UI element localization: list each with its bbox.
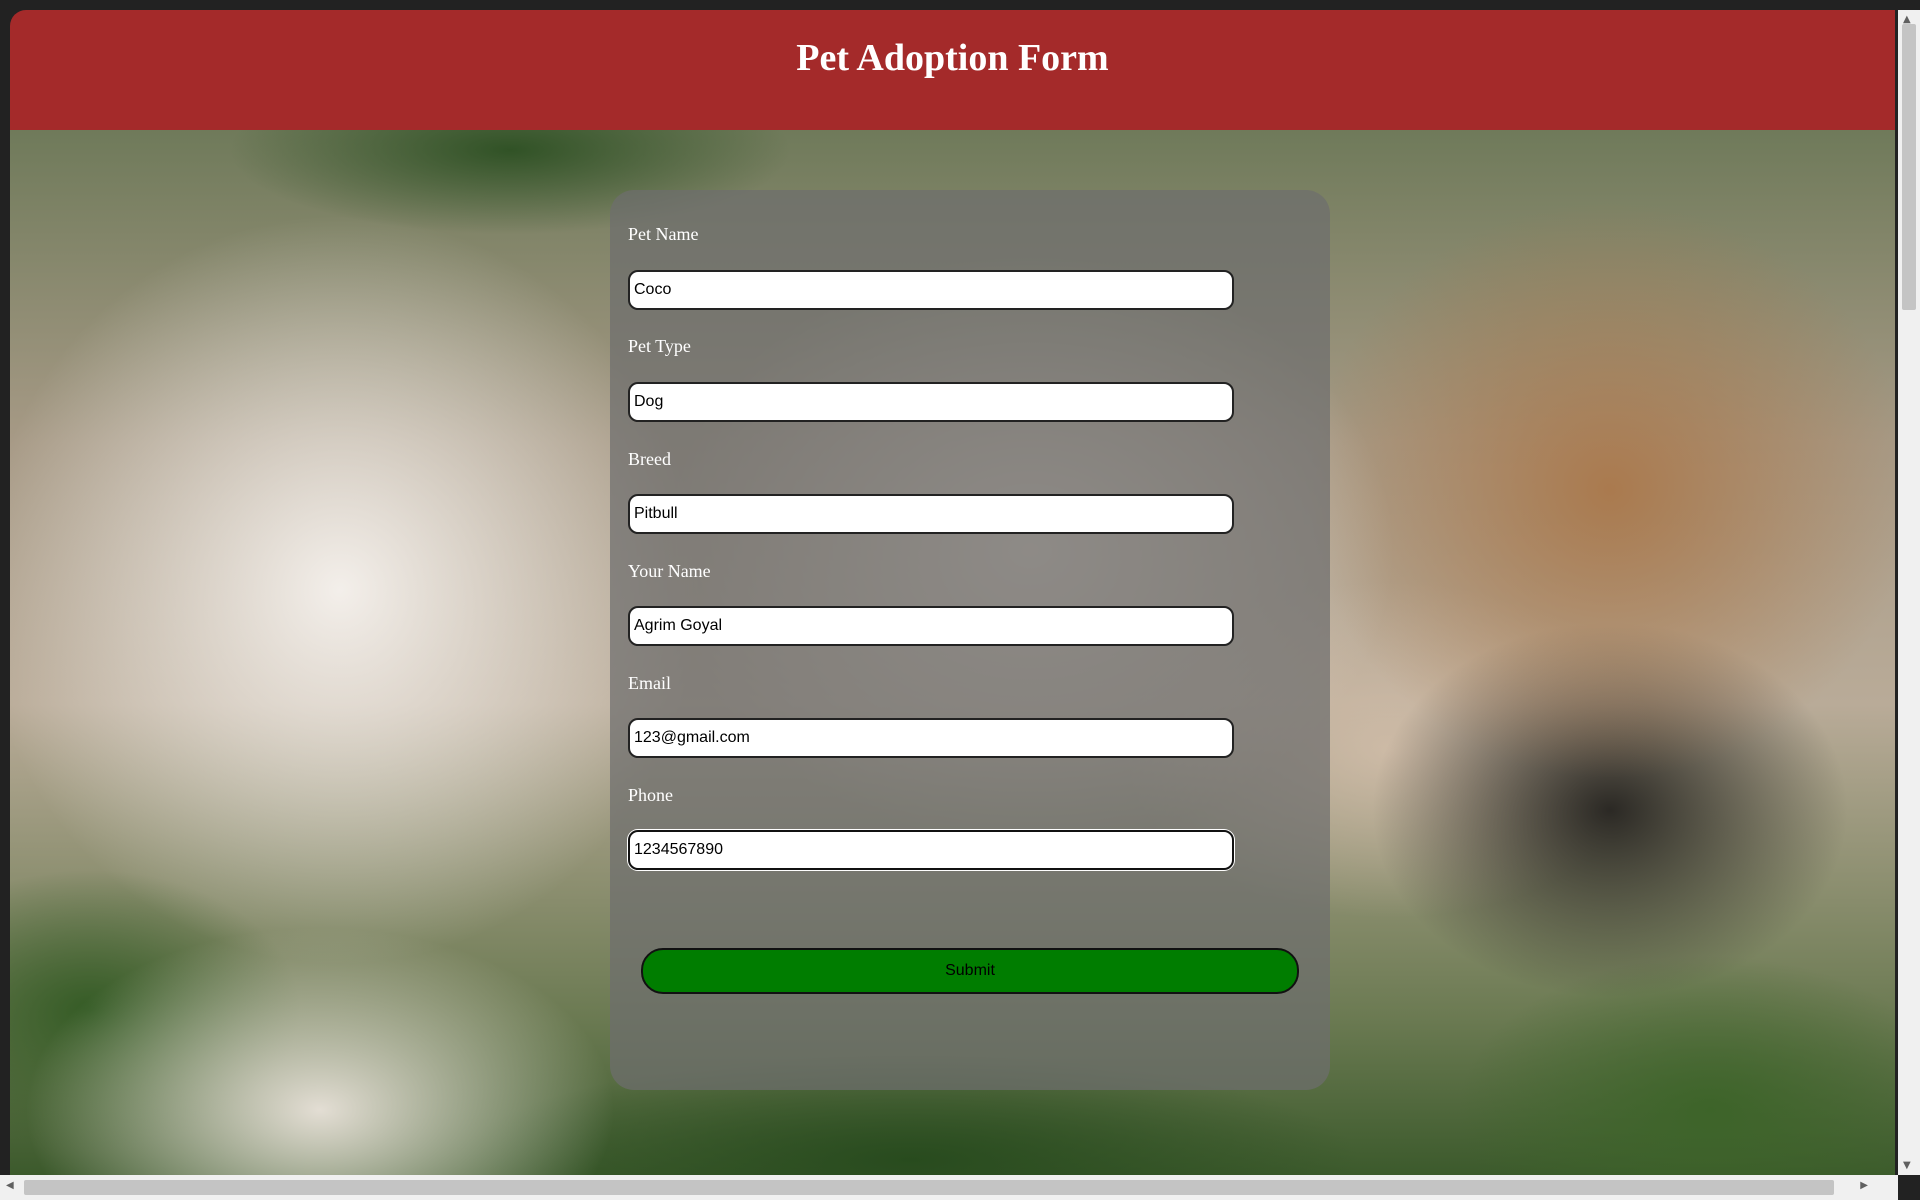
submit-button[interactable]: Submit	[641, 948, 1299, 994]
email-label: Email	[628, 673, 671, 693]
adoption-form: Pet Name Pet Type Breed Your Name Email …	[610, 190, 1330, 1090]
pet-type-input[interactable]	[628, 382, 1234, 422]
scroll-right-icon[interactable]: ▶	[1860, 1180, 1868, 1191]
phone-input[interactable]	[628, 830, 1234, 870]
email-input[interactable]	[628, 718, 1234, 758]
pet-type-label: Pet Type	[628, 336, 691, 356]
horizontal-scrollbar[interactable]: ◀ ▶	[0, 1175, 1898, 1200]
page-viewport: Pet Adoption Form Pet Name Pet Type Bree…	[10, 10, 1895, 1175]
page-header: Pet Adoption Form	[10, 10, 1895, 130]
your-name-input[interactable]	[628, 606, 1234, 646]
phone-label: Phone	[628, 785, 673, 805]
your-name-label: Your Name	[628, 561, 711, 581]
vertical-scroll-thumb[interactable]	[1902, 24, 1916, 310]
scroll-left-icon[interactable]: ◀	[6, 1180, 14, 1191]
breed-input[interactable]	[628, 494, 1234, 534]
pet-name-label: Pet Name	[628, 224, 699, 244]
vertical-scrollbar[interactable]: ▲ ▼	[1898, 10, 1920, 1175]
scroll-down-icon[interactable]: ▼	[1903, 1160, 1911, 1171]
page-title: Pet Adoption Form	[796, 37, 1109, 79]
horizontal-scroll-thumb[interactable]	[24, 1180, 1834, 1195]
pet-name-input[interactable]	[628, 270, 1234, 310]
breed-label: Breed	[628, 449, 671, 469]
